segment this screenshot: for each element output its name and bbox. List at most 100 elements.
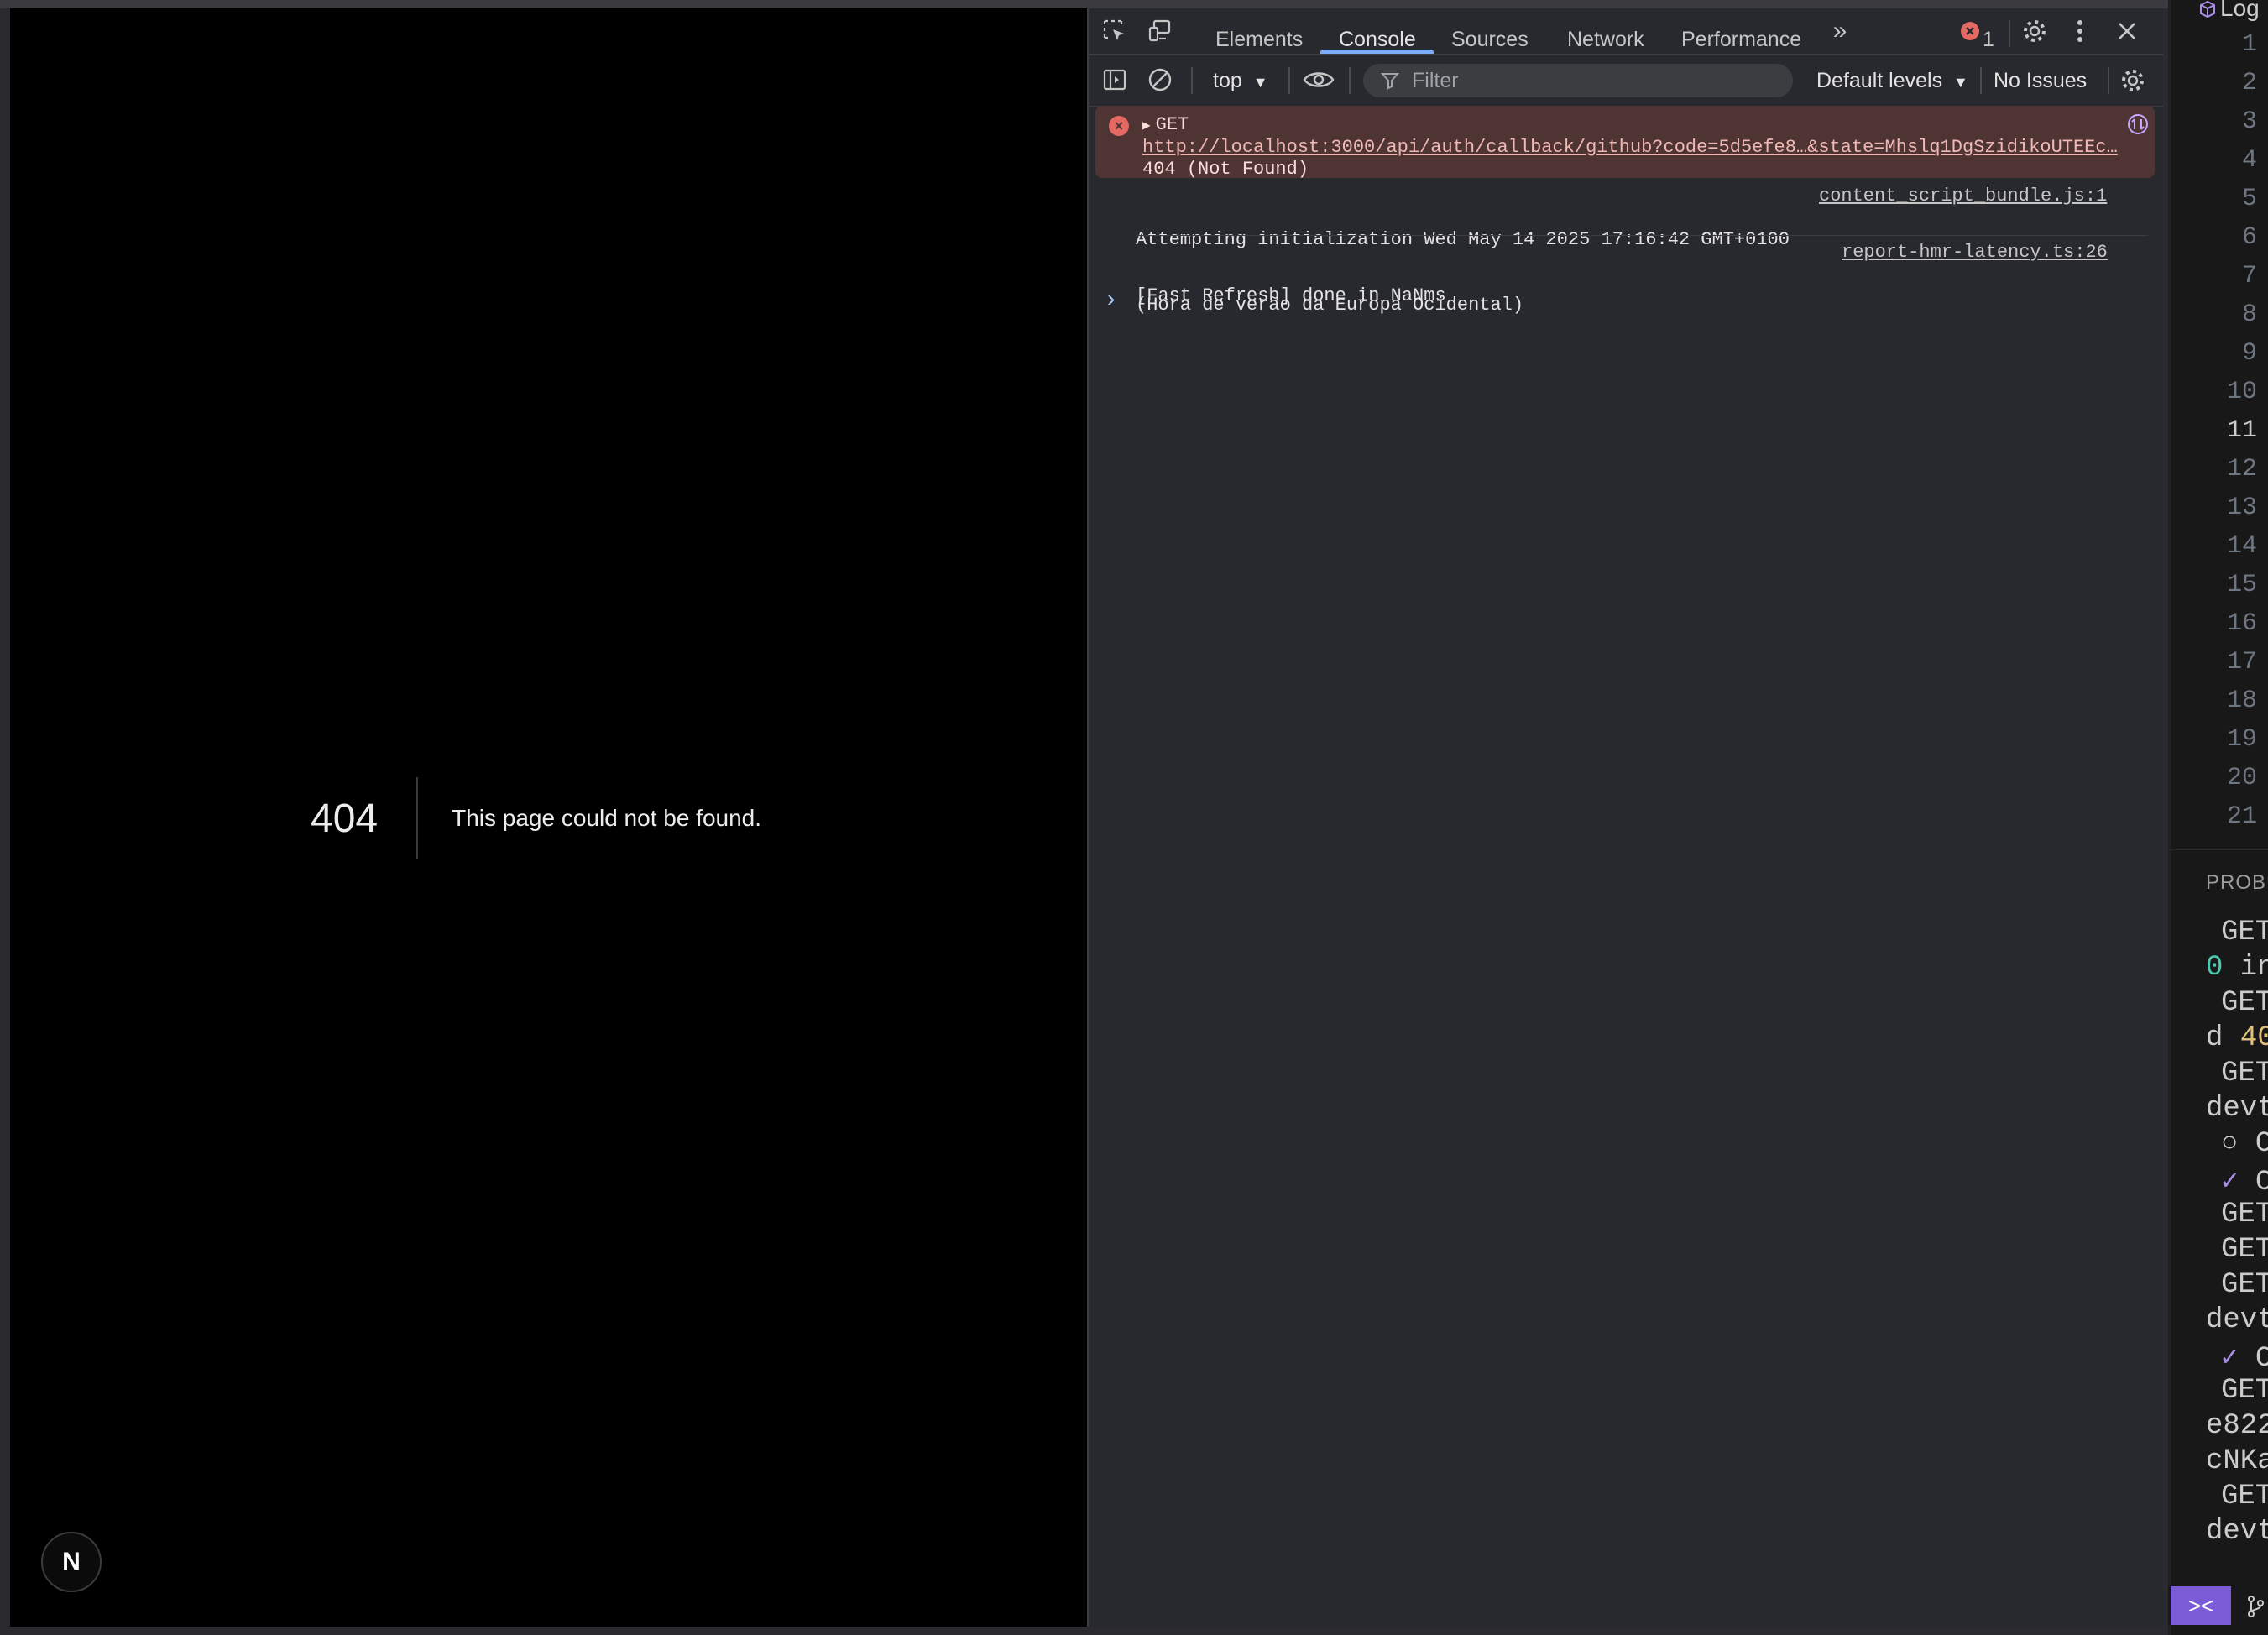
terminal-line: devt xyxy=(2206,1516,2268,1548)
editor-left-edge xyxy=(2168,0,2171,1635)
context-selector[interactable]: top ▼ xyxy=(1213,69,1268,93)
expand-triangle-icon[interactable]: ▶ xyxy=(1142,118,1151,133)
toolbar-separator xyxy=(1980,67,1982,94)
source-link[interactable]: report-hmr-latency.ts:26 xyxy=(1842,242,2108,264)
line-number: 4 xyxy=(2241,146,2257,175)
terminal-line: GET xyxy=(2221,1058,2268,1089)
terminal-line: d 40 xyxy=(2206,1022,2268,1054)
terminal-line: GET xyxy=(2221,1234,2268,1266)
devtools-panel: Elements Console Sources Network Perform… xyxy=(1087,8,2163,1627)
problems-tab[interactable]: PROBL xyxy=(2206,871,2268,895)
terminal-line: cNKa xyxy=(2206,1445,2268,1477)
source-link[interactable]: content_script_bundle.js:1 xyxy=(1819,185,2107,207)
tab-performance[interactable]: Performance xyxy=(1681,15,1801,52)
line-number: 1 xyxy=(2241,30,2257,59)
log-levels-value: Default levels xyxy=(1816,69,1943,92)
line-number: 6 xyxy=(2241,223,2257,252)
line-number: 13 xyxy=(2226,494,2257,522)
error-status: 404 (Not Found) xyxy=(1142,159,1309,180)
page-viewport: 404 This page could not be found. N xyxy=(10,8,1087,1627)
toolbar-separator xyxy=(1288,67,1290,94)
error-icon: × xyxy=(1109,116,1129,136)
message-divider xyxy=(1136,235,2148,236)
terminal-line: ✓ C xyxy=(2221,1343,2268,1375)
settings-gear-icon[interactable] xyxy=(2020,17,2049,45)
console-toolbar: top ▼ Filter Default levels ▼ No Issues xyxy=(1089,55,2163,107)
active-tab-indicator xyxy=(1320,50,1434,54)
line-number: 7 xyxy=(2241,262,2257,290)
source-control-branch-icon[interactable] xyxy=(2244,1593,2267,1620)
not-found-block: 404 This page could not be found. xyxy=(311,776,761,860)
error-code: 404 xyxy=(311,796,379,841)
more-tabs-chevron-icon[interactable]: » xyxy=(1827,17,1853,44)
toolbar-separator xyxy=(1191,67,1193,94)
browser-top-edge xyxy=(0,0,2268,8)
network-request-icon[interactable] xyxy=(2126,112,2150,136)
line-number: 5 xyxy=(2241,185,2257,213)
error-count-icon[interactable] xyxy=(1959,20,1981,42)
editor-tab-title[interactable]: Log xyxy=(2220,0,2260,22)
filter-placeholder: Filter xyxy=(1412,69,1459,92)
toolbar-separator xyxy=(1349,67,1351,94)
terminal-line: ✓ C xyxy=(2221,1167,2268,1199)
dropdown-arrow-icon: ▼ xyxy=(1252,74,1268,91)
terminal-line: GET xyxy=(2221,1269,2268,1301)
error-text: ▶ GET http://localhost:3000/api/auth/call… xyxy=(1142,114,2118,180)
tab-sources[interactable]: Sources xyxy=(1451,15,1529,52)
line-number: 14 xyxy=(2226,532,2257,561)
nextjs-logo-icon: N xyxy=(62,1548,81,1575)
terminal-line: GET xyxy=(2221,1199,2268,1230)
line-number: 12 xyxy=(2226,455,2257,483)
line-number: 10 xyxy=(2226,378,2257,406)
console-log-message: [Fast Refresh] done in NaNms xyxy=(1136,242,1446,351)
terminal-line: GET xyxy=(2221,917,2268,948)
kebab-menu-icon[interactable] xyxy=(2067,17,2093,45)
line-number: 11 xyxy=(2226,416,2257,445)
line-number: 21 xyxy=(2226,802,2257,831)
toolbar-separator xyxy=(2009,20,2010,47)
filter-funnel-icon xyxy=(1378,69,1402,92)
tab-network[interactable]: Network xyxy=(1567,15,1644,52)
live-expression-eye-icon[interactable] xyxy=(1302,65,1335,94)
clear-console-icon[interactable] xyxy=(1146,65,1174,94)
line-number: 19 xyxy=(2226,725,2257,754)
line-number: 16 xyxy=(2226,609,2257,638)
tab-console[interactable]: Console xyxy=(1339,15,1416,52)
line-number: 18 xyxy=(2226,687,2257,715)
devtools-tabbar: Elements Console Sources Network Perform… xyxy=(1089,8,2163,55)
console-filter-input[interactable]: Filter xyxy=(1363,64,1793,97)
dropdown-arrow-icon: ▼ xyxy=(1953,74,1968,91)
toggle-sidebar-icon[interactable] xyxy=(1100,65,1129,94)
terminal-line: devt xyxy=(2206,1304,2268,1336)
tab-elements[interactable]: Elements xyxy=(1215,15,1303,52)
error-method: GET xyxy=(1155,114,1189,135)
line-number: 20 xyxy=(2226,764,2257,792)
panel-separator xyxy=(2168,849,2268,850)
line-number: 3 xyxy=(2241,107,2257,136)
error-count[interactable]: 1 xyxy=(1983,15,1994,52)
inspect-element-icon[interactable] xyxy=(1100,17,1129,45)
line-number: 17 xyxy=(2226,648,2257,676)
line-number: 2 xyxy=(2241,69,2257,97)
remote-indicator-icon[interactable]: >< xyxy=(2171,1586,2231,1625)
nextjs-dev-indicator-button[interactable]: N xyxy=(41,1532,102,1592)
terminal-line: GET xyxy=(2221,987,2268,1019)
toolbar-separator xyxy=(2108,67,2109,94)
file-cube-icon xyxy=(2198,0,2217,18)
console-error-message[interactable]: × ▶ GET http://localhost:3000/api/auth/ca… xyxy=(1095,106,2155,180)
device-toolbar-icon[interactable] xyxy=(1146,17,1174,45)
close-devtools-icon[interactable] xyxy=(2114,18,2140,44)
log-text-line: [Fast Refresh] done in NaNms xyxy=(1136,285,1446,306)
terminal-line: GET xyxy=(2221,1375,2268,1407)
terminal-line: ○ C xyxy=(2221,1128,2268,1160)
issues-button[interactable]: No Issues xyxy=(1994,69,2087,93)
log-levels-dropdown[interactable]: Default levels ▼ xyxy=(1816,69,1968,93)
console-prompt-chevron-icon[interactable]: › xyxy=(1107,285,1115,312)
code-editor-window: Log 1 2 3 4 5 6 7 8 9 10 11 12 13 14 15 16 17 18 19 20 21 PR… xyxy=(2168,0,2268,1635)
error-url-link[interactable]: http://localhost:3000/api/auth/callback/… xyxy=(1142,137,2118,159)
terminal-line: devt xyxy=(2206,1093,2268,1125)
terminal-line: 0 in xyxy=(2206,952,2268,984)
console-settings-gear-icon[interactable] xyxy=(2118,65,2148,96)
context-value: top xyxy=(1213,69,1242,92)
line-number: 8 xyxy=(2241,300,2257,329)
